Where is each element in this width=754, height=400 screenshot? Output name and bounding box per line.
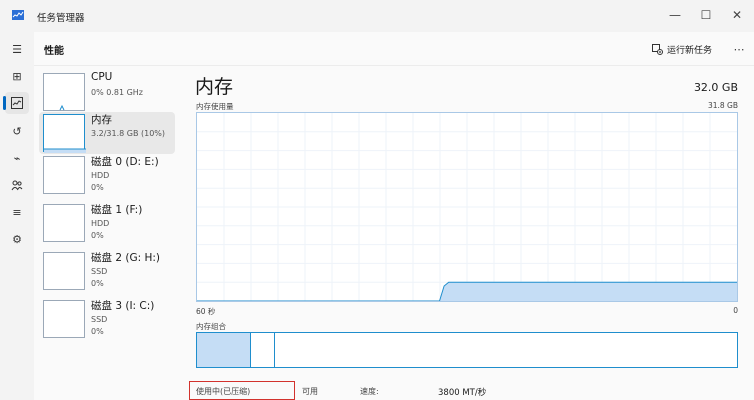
resource-list: CPU 0% 0.81 GHz 内存 3.2/31.8 GB (10%) 磁盘 … <box>34 66 184 400</box>
resource-usage: 0% <box>91 231 104 240</box>
nav-app-history[interactable]: ↺ <box>5 120 29 142</box>
performance-icon <box>11 97 23 109</box>
in-use-label: 使用中(已压缩) <box>196 387 251 396</box>
memory-panel: 内存 32.0 GB 内存使用量 31.8 GB 60 秒 0 内存组合 使用中… <box>184 66 754 400</box>
available-label: 可用 <box>302 387 318 396</box>
memory-composition-bar[interactable] <box>196 332 738 368</box>
nav-details[interactable]: ≡ <box>5 201 29 223</box>
title-bar: 任务管理器 — ☐ ✕ <box>0 0 754 32</box>
menu-button[interactable]: ☰ <box>5 38 29 60</box>
more-options-button[interactable]: ⋯ <box>730 40 748 58</box>
disk-thumbnail <box>43 156 85 194</box>
nav-performance[interactable] <box>5 92 29 114</box>
close-icon: ✕ <box>731 8 743 22</box>
resource-name: 磁盘 3 (I: C:) <box>91 300 155 312</box>
resource-disk-3[interactable]: 磁盘 3 (I: C:) SSD 0% <box>39 298 175 340</box>
resource-type: HDD <box>91 171 110 180</box>
resource-disk-2[interactable]: 磁盘 2 (G: H:) SSD 0% <box>39 250 175 292</box>
resource-name: 磁盘 1 (F:) <box>91 204 143 216</box>
resource-disk-1[interactable]: 磁盘 1 (F:) HDD 0% <box>39 202 175 244</box>
resource-disk-0[interactable]: 磁盘 0 (D: E:) HDD 0% <box>39 154 175 196</box>
startup-apps-icon: ⌁ <box>13 151 21 165</box>
run-task-icon <box>652 43 663 55</box>
minimize-button[interactable]: — <box>663 4 687 26</box>
resource-type: HDD <box>91 219 110 228</box>
run-new-task-button[interactable]: 运行新任务 <box>652 40 712 58</box>
memory-usage-graph <box>196 112 738 302</box>
composition-in-use[interactable] <box>197 333 251 367</box>
graph-grid <box>197 113 737 301</box>
active-indicator <box>3 96 6 110</box>
speed-label: 速度: <box>360 387 379 396</box>
nav-users[interactable] <box>5 174 29 196</box>
usage-label: 内存使用量 <box>196 102 234 111</box>
memory-total: 32.0 GB <box>693 81 738 94</box>
usage-max-label: 31.8 GB <box>707 101 738 110</box>
resource-detail: 0% 0.81 GHz <box>91 88 144 97</box>
resource-name: 内存 <box>91 114 112 126</box>
time-range-right: 0 <box>733 306 738 315</box>
maximize-button[interactable]: ☐ <box>694 4 718 26</box>
composition-modified[interactable] <box>251 333 276 367</box>
services-icon: ⚙ <box>12 232 22 246</box>
disk-thumbnail <box>43 252 85 290</box>
nav-services[interactable]: ⚙ <box>5 228 29 250</box>
resource-usage: 0% <box>91 183 104 192</box>
close-button[interactable]: ✕ <box>725 4 749 26</box>
resource-cpu[interactable]: CPU 0% 0.81 GHz <box>39 71 175 113</box>
disk-thumbnail <box>43 204 85 242</box>
app-history-icon: ↺ <box>12 124 22 138</box>
speed-value: 3800 MT/秒 <box>438 388 487 398</box>
nav-startup-apps[interactable]: ⌁ <box>5 147 29 169</box>
processes-icon: ⊞ <box>12 69 22 83</box>
resource-usage: 0% <box>91 327 104 336</box>
memory-thumbnail <box>43 114 86 153</box>
resource-name: 磁盘 2 (G: H:) <box>91 252 160 264</box>
resource-type: SSD <box>91 315 108 324</box>
run-new-task-label: 运行新任务 <box>667 45 713 56</box>
page-title: 性能 <box>44 46 64 57</box>
users-icon <box>11 180 23 191</box>
more-icon: ⋯ <box>733 42 745 56</box>
page-header: 性能 运行新任务 ⋯ <box>34 32 754 66</box>
resource-name: CPU <box>91 71 113 83</box>
minimize-icon: — <box>669 8 681 22</box>
resource-type: SSD <box>91 267 108 276</box>
composition-label: 内存组合 <box>196 322 226 331</box>
resource-name: 磁盘 0 (D: E:) <box>91 156 159 168</box>
details-icon: ≡ <box>12 205 22 219</box>
resource-detail: 3.2/31.8 GB (10%) <box>91 129 166 138</box>
nav-processes[interactable]: ⊞ <box>5 65 29 87</box>
task-manager-logo-icon <box>12 10 24 20</box>
maximize-icon: ☐ <box>700 8 712 22</box>
resource-usage: 0% <box>91 279 104 288</box>
hamburger-menu-icon: ☰ <box>12 42 22 56</box>
memory-title: 内存 <box>195 76 234 98</box>
time-range-left: 60 秒 <box>196 307 216 316</box>
cpu-thumbnail <box>43 73 85 111</box>
memory-usage-chart <box>197 113 737 302</box>
disk-thumbnail <box>43 300 85 338</box>
resource-memory[interactable]: 内存 3.2/31.8 GB (10%) <box>39 112 175 154</box>
navigation-rail: ☰ ⊞ ↺ ⌁ ≡ ⚙ <box>0 32 34 400</box>
window-title: 任务管理器 <box>37 13 85 24</box>
